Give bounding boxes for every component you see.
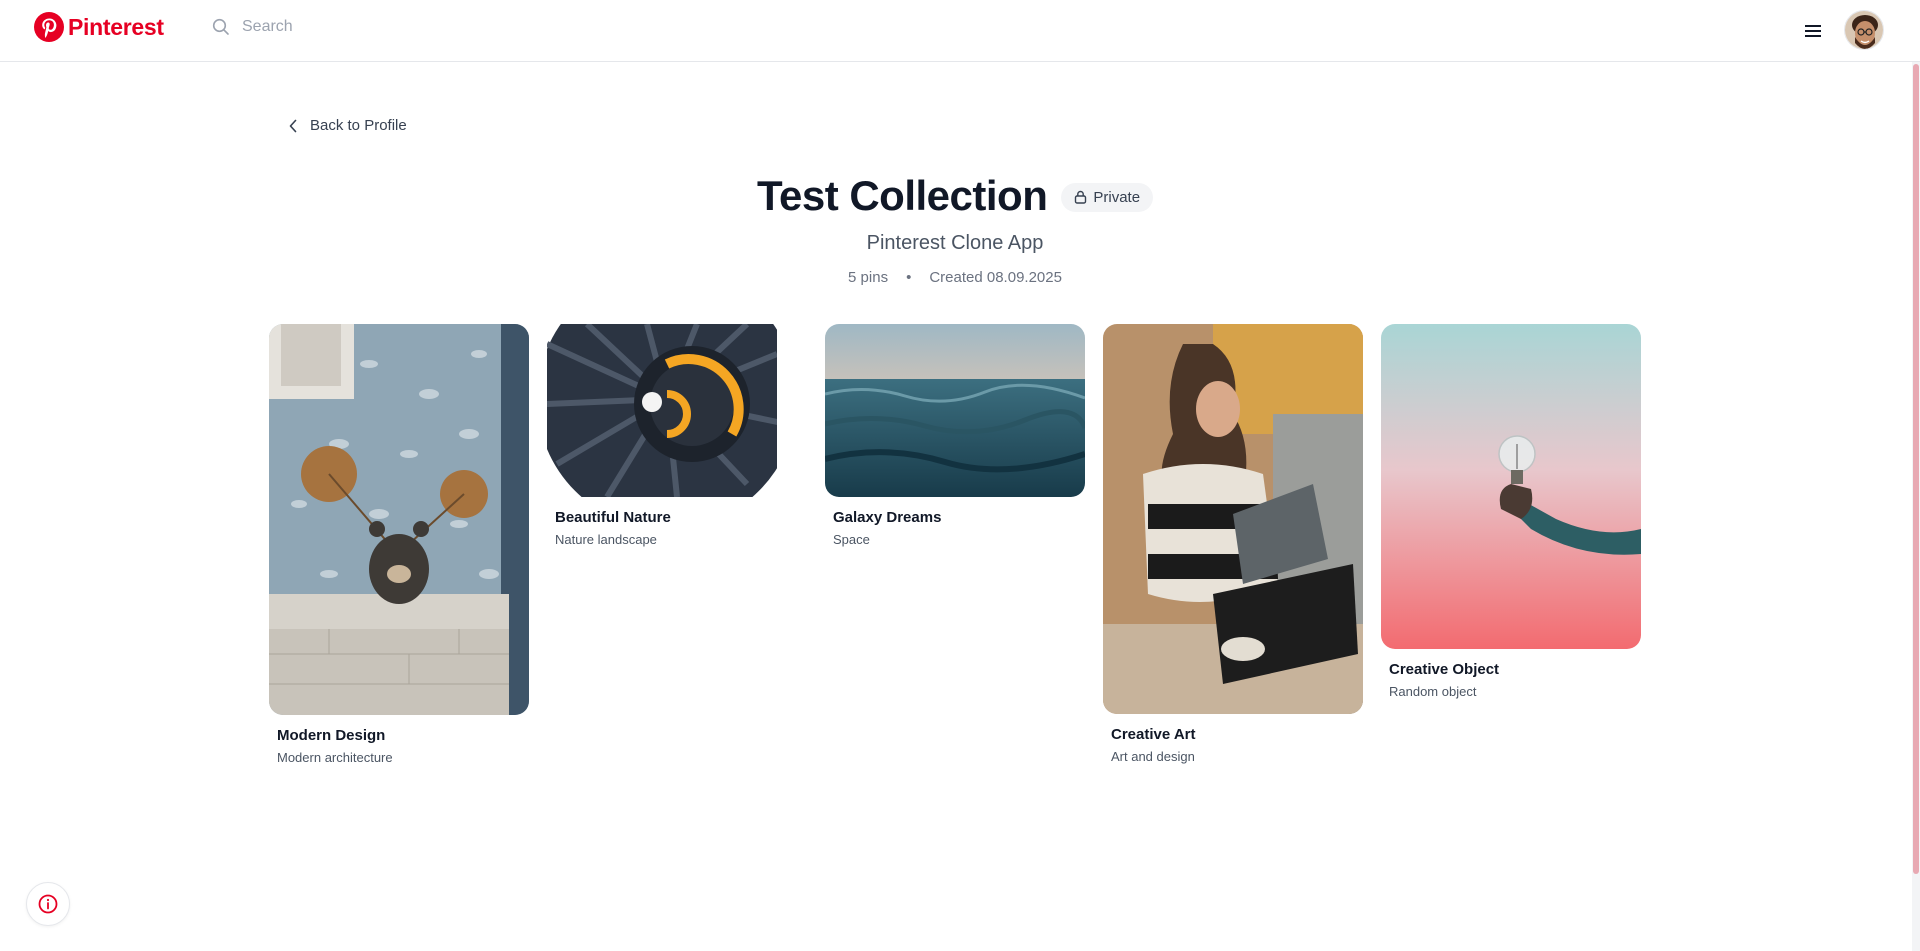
- avatar-image: [1845, 11, 1883, 49]
- pin-description: Modern architecture: [277, 750, 393, 765]
- pin-card[interactable]: Beautiful Nature Nature landscape: [547, 324, 807, 547]
- meta-separator: •: [906, 269, 912, 286]
- lock-icon: [1075, 190, 1087, 204]
- collection-meta: 5 pins • Created 08.09.2025: [0, 269, 1910, 286]
- created-date: Created 08.09.2025: [929, 269, 1062, 286]
- collection-header: Test Collection Private: [0, 172, 1910, 220]
- chevron-left-icon: [289, 119, 297, 132]
- pin-image-art: [547, 324, 807, 497]
- info-button[interactable]: [26, 882, 70, 926]
- menu-button[interactable]: [1801, 20, 1825, 42]
- scrollbar-thumb[interactable]: [1913, 64, 1919, 874]
- brand-name: Pinterest: [68, 13, 164, 40]
- pin-image[interactable]: [1103, 324, 1363, 714]
- pin-count: 5 pins: [848, 269, 889, 286]
- pin-description: Nature landscape: [555, 532, 657, 547]
- pin-title: Creative Object: [1389, 661, 1500, 678]
- pin-title: Modern Design: [277, 727, 386, 744]
- pin-image[interactable]: [825, 324, 1085, 497]
- user-avatar[interactable]: [1844, 10, 1884, 50]
- privacy-badge: Private: [1061, 182, 1154, 212]
- pin-card[interactable]: Galaxy Dreams Space: [825, 324, 1085, 547]
- info-icon: [38, 894, 58, 914]
- pin-image-art: [269, 324, 529, 715]
- page-title: Test Collection: [756, 172, 1048, 219]
- back-to-profile-link[interactable]: Back to Profile: [288, 117, 407, 134]
- top-header: Pinterest: [0, 0, 1920, 62]
- pin-card[interactable]: Modern Design Modern architecture: [269, 324, 529, 765]
- search-icon: [212, 18, 229, 35]
- pin-image-art: [1381, 324, 1641, 649]
- privacy-label: Private: [1093, 188, 1141, 206]
- pin-image-art: [825, 324, 1085, 497]
- pin-description: Art and design: [1111, 749, 1195, 764]
- pin-description: Random object: [1389, 684, 1477, 699]
- pin-image[interactable]: [547, 324, 807, 497]
- pin-card[interactable]: Creative Object Random object: [1381, 324, 1641, 699]
- pin-description: Space: [833, 532, 870, 547]
- hamburger-menu-icon: [1805, 25, 1821, 37]
- pin-image[interactable]: [269, 324, 529, 715]
- back-link-label: Back to Profile: [310, 117, 407, 134]
- pin-title: Creative Art: [1111, 726, 1196, 743]
- pinterest-logo-icon: [34, 12, 64, 42]
- brand-logo[interactable]: Pinterest: [34, 12, 164, 42]
- pin-title: Galaxy Dreams: [833, 509, 942, 526]
- pin-image-art: [1103, 324, 1363, 714]
- pin-title: Beautiful Nature: [555, 509, 671, 526]
- search-bar[interactable]: [212, 18, 742, 36]
- pin-image[interactable]: [1381, 324, 1641, 649]
- search-input[interactable]: [242, 18, 742, 36]
- pin-card[interactable]: Creative Art Art and design: [1103, 324, 1363, 764]
- collection-subtitle: Pinterest Clone App: [866, 232, 1044, 254]
